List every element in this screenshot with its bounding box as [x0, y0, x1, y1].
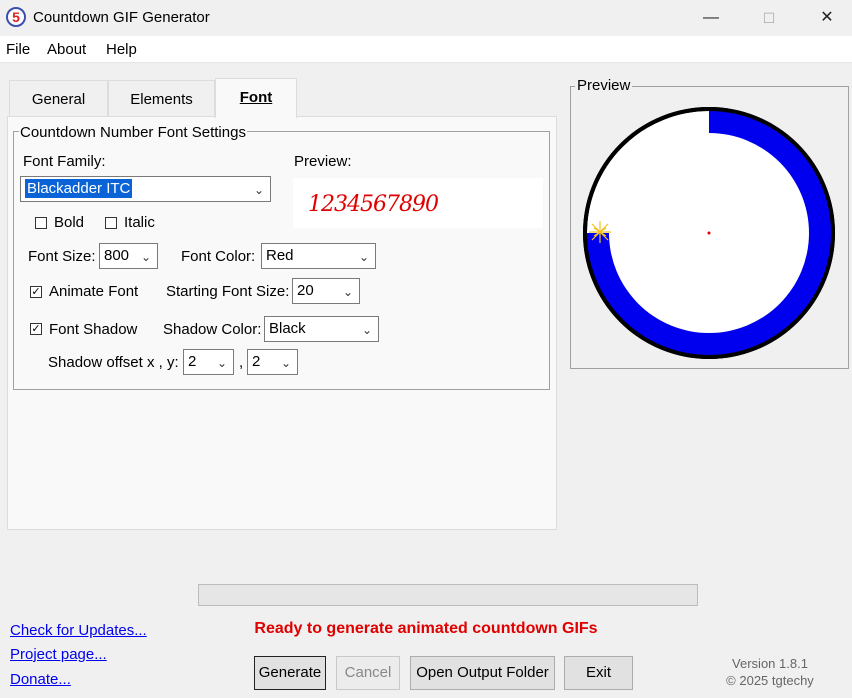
- shadow-color-value: Black: [269, 320, 306, 337]
- project-page-link[interactable]: Project page...: [10, 646, 107, 663]
- shadow-offset-x-select[interactable]: 2 ⌄: [183, 349, 234, 375]
- starting-size-select[interactable]: 20 ⌄: [292, 278, 360, 304]
- maximize-button[interactable]: ☐: [740, 0, 798, 36]
- chevron-down-icon: ⌄: [280, 356, 291, 370]
- close-button[interactable]: ✕: [798, 0, 852, 36]
- sparkle-icon: [589, 221, 611, 243]
- menu-file[interactable]: File: [6, 41, 30, 58]
- font-color-label: Font Color:: [181, 248, 256, 265]
- chevron-down-icon: ⌄: [140, 250, 151, 264]
- group-title: Countdown Number Font Settings: [19, 124, 247, 141]
- donate-link[interactable]: Donate...: [10, 671, 71, 688]
- starting-size-value: 20: [297, 282, 314, 299]
- chevron-down-icon: ⌄: [253, 183, 264, 197]
- font-size-value: 800: [104, 247, 130, 264]
- shadow-color-select[interactable]: Black ⌄: [264, 316, 379, 342]
- menu-about[interactable]: About: [47, 41, 86, 58]
- font-shadow-checkbox[interactable]: ✓: [30, 323, 42, 335]
- generation-progress-bar: [198, 584, 698, 606]
- font-size-select[interactable]: 800 ⌄: [99, 243, 158, 269]
- menu-help[interactable]: Help: [106, 41, 137, 58]
- shadow-offset-separator: ,: [239, 354, 244, 371]
- starting-size-label: Starting Font Size:: [166, 283, 290, 300]
- chevron-down-icon: ⌄: [358, 250, 369, 264]
- minimize-button[interactable]: —: [682, 0, 740, 36]
- window-title: Countdown GIF Generator: [33, 9, 210, 26]
- tab-elements[interactable]: Elements: [108, 80, 215, 116]
- check-updates-link[interactable]: Check for Updates...: [10, 622, 147, 639]
- exit-button[interactable]: Exit: [564, 656, 633, 690]
- animate-font-label: Animate Font: [49, 283, 139, 300]
- chevron-down-icon: ⌄: [216, 356, 227, 370]
- open-output-folder-button[interactable]: Open Output Folder: [410, 656, 555, 690]
- preview-panel-title: Preview: [575, 77, 633, 94]
- checkmark-icon: ✓: [31, 323, 41, 335]
- font-size-label: Font Size:: [28, 248, 96, 265]
- font-color-value: Red: [266, 247, 294, 264]
- animate-font-checkbox[interactable]: ✓: [30, 286, 42, 298]
- font-family-label: Font Family:: [23, 153, 106, 170]
- center-dot: [707, 231, 711, 235]
- shadow-offset-y-select[interactable]: 2 ⌄: [247, 349, 298, 375]
- font-shadow-label: Font Shadow: [49, 321, 138, 338]
- shadow-color-label: Shadow Color:: [163, 321, 262, 338]
- cancel-button[interactable]: Cancel: [336, 656, 400, 690]
- shadow-offset-x-value: 2: [188, 353, 197, 370]
- app-icon: 5: [6, 7, 26, 27]
- shadow-offset-label: Shadow offset x , y:: [48, 354, 179, 371]
- tab-font[interactable]: Font: [215, 78, 297, 118]
- font-family-select[interactable]: Blackadder ITC ⌄: [20, 176, 271, 202]
- preview-label: Preview:: [294, 153, 352, 170]
- chevron-down-icon: ⌄: [342, 285, 353, 299]
- shadow-offset-y-value: 2: [252, 353, 261, 370]
- version-label: Version 1.8.1: [732, 656, 808, 671]
- italic-label: Italic: [124, 214, 155, 231]
- countdown-preview-graphic: [583, 107, 835, 359]
- font-family-value: Blackadder ITC: [25, 179, 133, 198]
- bold-checkbox[interactable]: [35, 217, 47, 229]
- italic-checkbox[interactable]: [105, 217, 117, 229]
- tab-general[interactable]: General: [9, 80, 108, 116]
- copyright-label: © 2025 tgtechy: [726, 673, 814, 688]
- generate-button[interactable]: Generate: [254, 656, 326, 690]
- bold-label: Bold: [54, 214, 85, 231]
- font-preview-text: 1234567890: [308, 192, 439, 217]
- font-color-select[interactable]: Red ⌄: [261, 243, 376, 269]
- checkmark-icon: ✓: [31, 286, 41, 298]
- chevron-down-icon: ⌄: [361, 323, 372, 337]
